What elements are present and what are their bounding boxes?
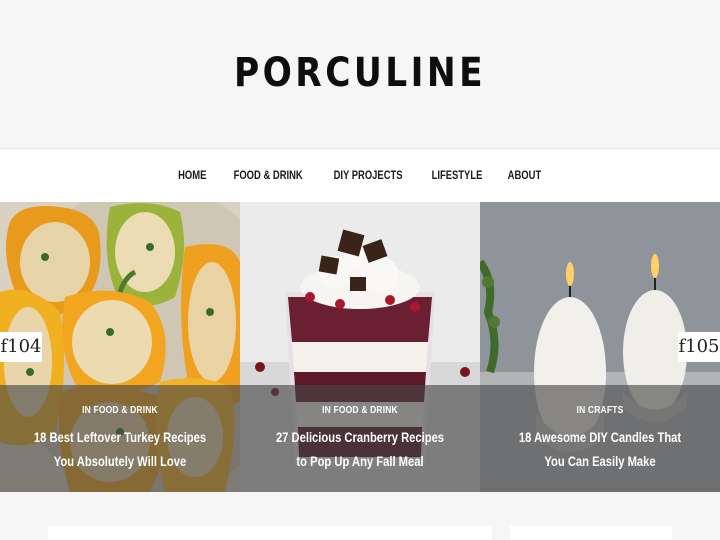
- card-title[interactable]: 18 Awesome DIY Candles That You Can Easi…: [512, 425, 688, 473]
- card-overlay: IN FOOD & DRINK 18 Best Leftover Turkey …: [0, 385, 240, 492]
- nav-home[interactable]: HOME: [172, 170, 213, 182]
- card-overlay: IN CRAFTS 18 Awesome DIY Candles That Yo…: [480, 385, 720, 492]
- featured-card-turkey[interactable]: f104 IN FOOD & DRINK 18 Best Leftover Tu…: [0, 202, 240, 492]
- card-title[interactable]: 27 Delicious Cranberry Recipes to Pop Up…: [272, 425, 448, 473]
- featured-card-candles[interactable]: f105 IN CRAFTS 18 Awesome DIY Candles Th…: [480, 202, 720, 492]
- card-overlay: IN FOOD & DRINK 27 Delicious Cranberry R…: [240, 385, 480, 492]
- sidebar-panel: [510, 526, 672, 540]
- left-page-badge: f104: [0, 332, 42, 362]
- card-category[interactable]: IN CRAFTS: [498, 405, 702, 416]
- site-header: PORCULINE: [0, 0, 720, 148]
- nav-food-drink[interactable]: FOOD & DRINK: [227, 170, 309, 182]
- content-area: [0, 492, 720, 540]
- card-category[interactable]: IN FOOD & DRINK: [18, 405, 222, 416]
- right-page-badge: f105: [678, 332, 720, 362]
- nav-about[interactable]: ABOUT: [501, 170, 548, 182]
- nav-lifestyle[interactable]: LIFESTYLE: [425, 170, 489, 182]
- site-logo[interactable]: PORCULINE: [50, 50, 669, 96]
- card-category[interactable]: IN FOOD & DRINK: [258, 405, 462, 416]
- card-title[interactable]: 18 Best Leftover Turkey Recipes You Abso…: [32, 425, 208, 473]
- nav-diy-projects[interactable]: DIY PROJECTS: [327, 170, 409, 182]
- main-content-panel: [48, 526, 492, 540]
- featured-card-cranberry[interactable]: IN FOOD & DRINK 27 Delicious Cranberry R…: [240, 202, 480, 492]
- featured-posts: f104 IN FOOD & DRINK 18 Best Leftover Tu…: [0, 202, 720, 492]
- main-nav: HOME FOOD & DRINK DIY PROJECTS LIFESTYLE…: [0, 148, 720, 202]
